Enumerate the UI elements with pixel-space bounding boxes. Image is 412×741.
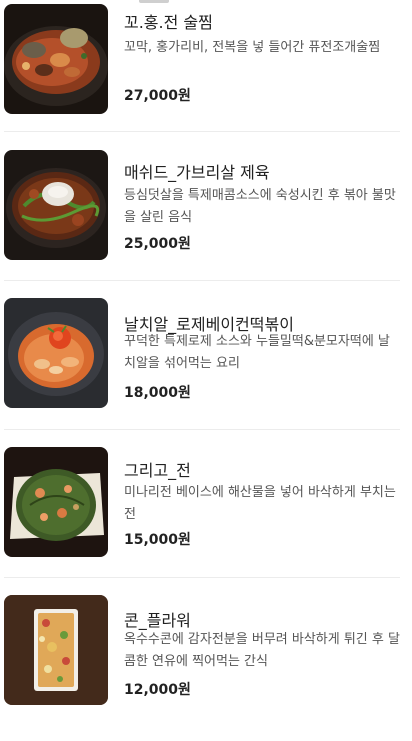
menu-item-name: 꼬.홍.전 술찜 xyxy=(124,13,213,32)
menu-item-photo xyxy=(4,447,108,557)
menu-item-name: 그리고_전 xyxy=(124,461,191,480)
menu-item-description: 미나리전 베이스에 해산물을 넣어 바삭하게 부치는 전 xyxy=(124,485,396,522)
menu-item-price: 18,000원 xyxy=(124,385,191,401)
menu-item-name: 매쉬드_가브리살 제육 xyxy=(124,163,270,182)
menu-item-spicy-pork[interactable]: 매쉬드_가브리살 제육 등심덧살을 특제매콤소스에 숙성시킨 후 볶아 불맛을 … xyxy=(0,148,412,296)
spicy-pork-photo xyxy=(4,150,108,260)
seafood-pancake-photo xyxy=(4,447,108,557)
menu-item-price: 15,000원 xyxy=(124,532,191,548)
fried-corn-photo xyxy=(4,595,108,705)
menu-item-description: 등심덧살을 특제매콤소스에 숙성시킨 후 볶아 불맛을 살린 음식 xyxy=(124,188,396,225)
menu-item-photo xyxy=(4,4,108,114)
menu-item-price: 25,000원 xyxy=(124,236,191,252)
menu-item-photo xyxy=(4,595,108,705)
menu-item-photo xyxy=(4,150,108,260)
menu-item-description: 꾸덕한 특제로제 소스와 누들밀떡&분모자떡에 날치알을 섞어먹는 요리 xyxy=(124,334,390,371)
menu-item-fried-corn[interactable]: 콘_플라워 옥수수콘에 감자전분을 버무려 바삭하게 튀긴 후 달콤한 연유에 … xyxy=(0,593,412,741)
menu-item-description: 꼬막, 홍가리비, 전복을 넣 들어간 퓨전조개술찜 xyxy=(124,40,381,55)
divider xyxy=(4,429,400,430)
seafood-stew-photo xyxy=(4,4,108,114)
divider xyxy=(4,131,400,132)
menu-item-seafood-pancake[interactable]: 그리고_전 미나리전 베이스에 해산물을 넣어 바삭하게 부치는 전 15,00… xyxy=(0,445,412,593)
menu-item-seafood-stew[interactable]: 꼬.홍.전 술찜 꼬막, 홍가리비, 전복을 넣 들어간 퓨전조개술찜 27,0… xyxy=(0,0,412,148)
menu-item-price: 27,000원 xyxy=(124,88,191,104)
divider xyxy=(4,280,400,281)
menu-item-price: 12,000원 xyxy=(124,682,191,698)
menu-item-photo xyxy=(4,298,108,408)
menu-item-rose-tteokbokki[interactable]: 날치알_로제베이컨떡볶이 꾸덕한 특제로제 소스와 누들밀떡&분모자떡에 날치알… xyxy=(0,296,412,444)
menu-item-name: 콘_플라워 xyxy=(124,611,191,630)
rose-tteokbokki-photo xyxy=(4,298,108,408)
divider xyxy=(4,577,400,578)
menu-item-description: 옥수수콘에 감자전분을 버무려 바삭하게 튀긴 후 달콤한 연유에 찍어먹는 간… xyxy=(124,632,400,669)
